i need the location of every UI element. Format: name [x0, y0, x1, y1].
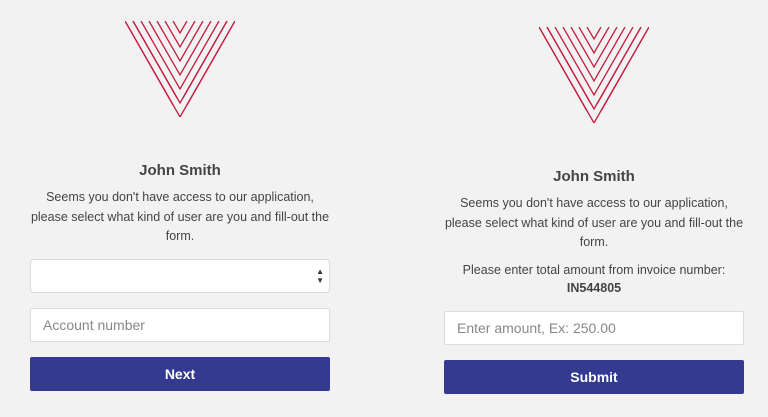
v-stripes-logo-icon: [125, 21, 235, 117]
access-message: Seems you don't have access to our appli…: [30, 190, 330, 243]
user-name: John Smith: [553, 168, 635, 185]
invoice-prompt: Please enter total amount from invoice n…: [444, 261, 744, 297]
account-number-field[interactable]: [30, 308, 330, 342]
select-arrows-icon: ▲ ▼: [316, 267, 324, 285]
access-message: Seems you don't have access to our appli…: [444, 196, 744, 249]
v-stripes-logo-icon: [539, 27, 649, 123]
user-name: John Smith: [139, 162, 221, 179]
amount-field[interactable]: [444, 311, 744, 345]
user-type-select[interactable]: ▲ ▼: [30, 259, 330, 293]
next-button[interactable]: Next: [30, 357, 330, 391]
account-number-input[interactable]: [31, 309, 313, 341]
submit-button[interactable]: Submit: [444, 360, 744, 394]
invoice-prompt-text: Please enter total amount from invoice n…: [462, 263, 726, 277]
amount-input[interactable]: [445, 312, 727, 344]
invoice-number: IN544805: [566, 281, 622, 295]
